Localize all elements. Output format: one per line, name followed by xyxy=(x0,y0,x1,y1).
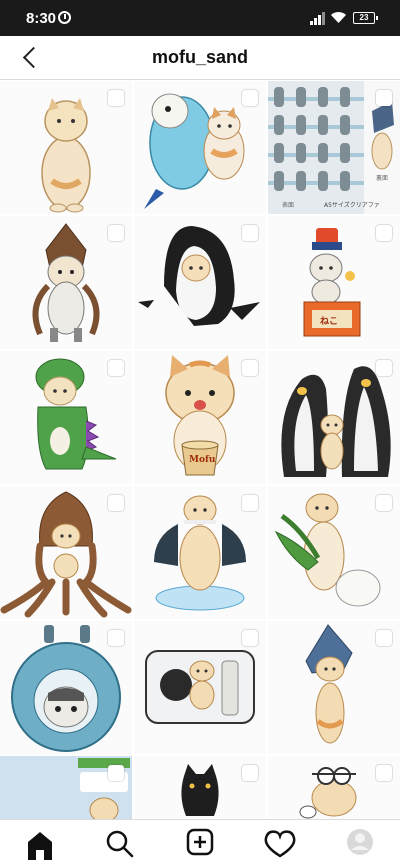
select-checkbox[interactable] xyxy=(242,495,258,511)
profile-header: mofu_sand xyxy=(0,36,400,80)
status-bar: 8:30 23 xyxy=(0,0,400,36)
select-checkbox[interactable] xyxy=(376,765,392,781)
post-thumbnail[interactable] xyxy=(134,756,266,819)
select-checkbox[interactable] xyxy=(376,360,392,376)
nav-activity[interactable] xyxy=(250,820,310,867)
post-thumbnail[interactable]: ねこ xyxy=(268,216,400,349)
select-checkbox[interactable] xyxy=(108,495,124,511)
add-post-icon xyxy=(186,828,214,856)
post-thumbnail[interactable] xyxy=(134,216,266,349)
select-checkbox[interactable] xyxy=(376,495,392,511)
post-thumbnail[interactable] xyxy=(0,621,132,754)
post-thumbnail[interactable] xyxy=(134,621,266,754)
select-checkbox[interactable] xyxy=(376,630,392,646)
cup-label: Mofu xyxy=(189,455,216,465)
post-thumbnail[interactable] xyxy=(268,756,400,819)
select-checkbox[interactable] xyxy=(242,630,258,646)
bottom-nav xyxy=(0,819,400,867)
post-thumbnail[interactable]: Mofu xyxy=(134,351,266,484)
page-title: mofu_sand xyxy=(151,47,248,67)
stand-label: ねこ xyxy=(320,317,339,327)
post-thumbnail[interactable] xyxy=(0,351,132,484)
home-icon xyxy=(28,832,52,860)
caption-front: 表面 xyxy=(282,202,295,209)
select-checkbox[interactable] xyxy=(108,630,124,646)
select-checkbox[interactable] xyxy=(242,360,258,376)
post-thumbnail[interactable] xyxy=(268,486,400,619)
search-icon xyxy=(106,830,134,858)
select-checkbox[interactable] xyxy=(108,360,124,376)
post-thumbnail[interactable]: 表面 A5サイズクリアファ 裏面 xyxy=(268,81,400,214)
alarm-icon xyxy=(58,11,71,24)
post-thumbnail[interactable] xyxy=(134,81,266,214)
post-thumbnail[interactable] xyxy=(0,216,132,349)
nav-add-post[interactable] xyxy=(170,820,230,867)
nav-profile[interactable] xyxy=(330,820,390,867)
nav-search[interactable] xyxy=(90,820,150,867)
select-checkbox[interactable] xyxy=(242,225,258,241)
select-checkbox[interactable] xyxy=(376,90,392,106)
post-thumbnail[interactable] xyxy=(268,351,400,484)
select-checkbox[interactable] xyxy=(242,765,258,781)
select-checkbox[interactable] xyxy=(108,90,124,106)
avatar-icon xyxy=(347,829,373,855)
status-time: 8:30 xyxy=(26,10,57,27)
battery-icon: 23 xyxy=(353,12,378,24)
heart-icon xyxy=(264,830,296,858)
caption-back: 裏面 xyxy=(376,175,389,182)
caption-product: A5サイズクリアファ xyxy=(324,202,380,209)
post-grid: 表面 A5サイズクリアファ 裏面 ねこ Mofu xyxy=(0,81,400,819)
select-checkbox[interactable] xyxy=(242,90,258,106)
post-thumbnail[interactable] xyxy=(0,486,132,619)
select-checkbox[interactable] xyxy=(376,225,392,241)
post-thumbnail[interactable] xyxy=(134,486,266,619)
post-thumbnail[interactable] xyxy=(268,621,400,754)
select-checkbox[interactable] xyxy=(108,225,124,241)
nav-home[interactable] xyxy=(10,820,70,867)
post-thumbnail[interactable] xyxy=(0,81,132,214)
post-thumbnail[interactable] xyxy=(0,756,132,819)
wifi-icon xyxy=(331,12,346,23)
signal-icon xyxy=(310,12,326,25)
select-checkbox[interactable] xyxy=(108,765,124,781)
